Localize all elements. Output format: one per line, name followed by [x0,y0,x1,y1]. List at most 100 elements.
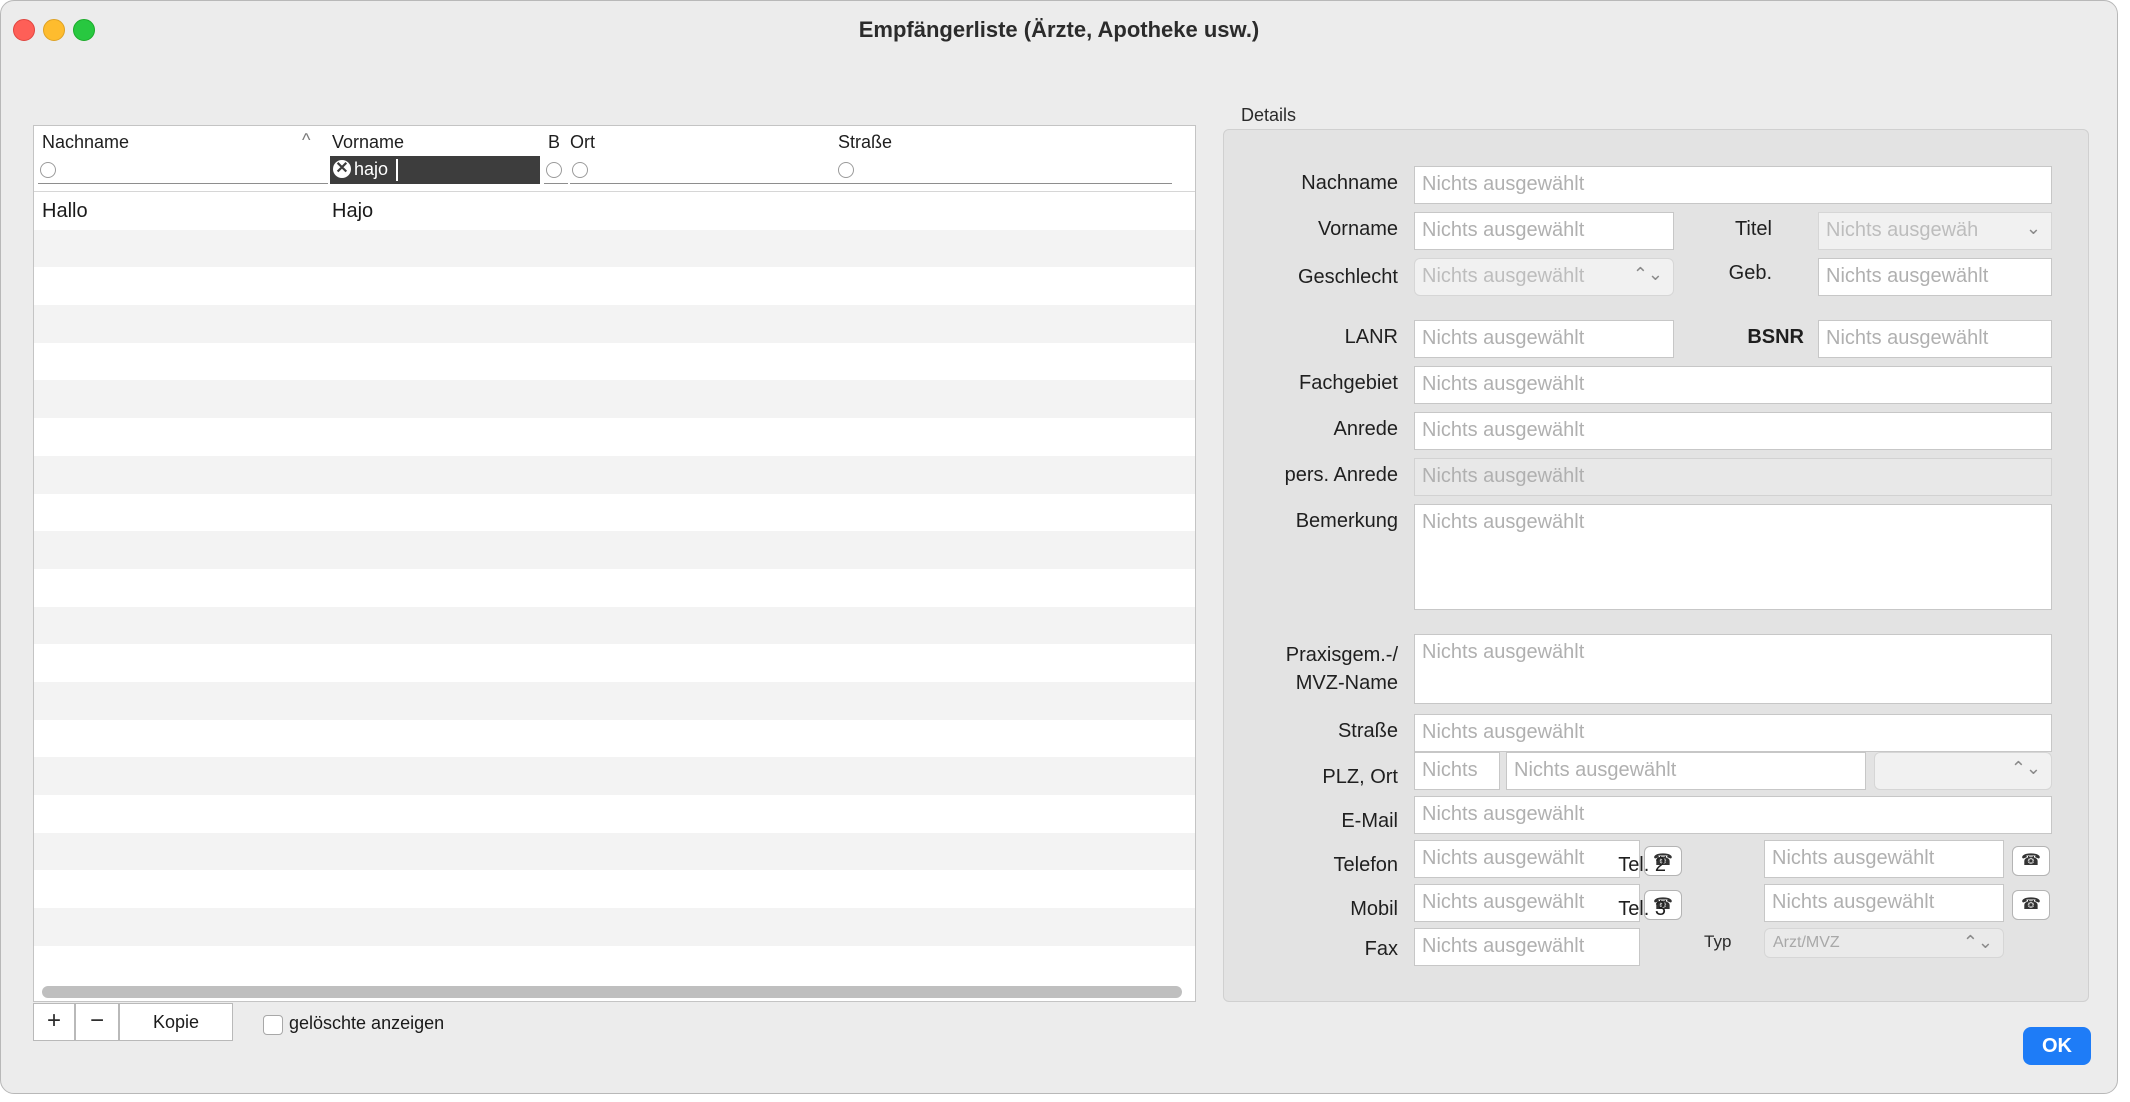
label-typ: Typ [1704,932,1732,951]
table-row[interactable]: Hallo Hajo [34,192,1195,230]
plz-field[interactable]: Nichts [1414,752,1500,790]
clear-filter-icon[interactable]: ✕ [333,160,351,178]
bemerkung-textarea[interactable]: Nichts ausgewählt [1414,504,2052,610]
column-header-strasse[interactable]: Straße [838,132,892,153]
label-telefon: Telefon [1333,854,1399,876]
titel-select[interactable]: Nichts ausgewäh ⌄ [1818,212,2052,250]
table-row-empty [34,870,1195,909]
ort-field[interactable]: Nichts ausgewählt [1506,752,1866,790]
geb-field[interactable]: Nichts ausgewählt [1818,258,2052,296]
label-strasse: Straße [1337,720,1398,742]
remove-button[interactable]: − [75,1003,119,1041]
geschlecht-select[interactable]: Nichts ausgewählt ⌃⌄ [1414,258,1674,296]
column-header-nachname[interactable]: Nachname [42,132,129,153]
fax-field[interactable]: Nichts ausgewählt [1414,928,1640,966]
recipient-list-window: Empfängerliste (Ärzte, Apotheke usw.) Na… [0,0,2118,1094]
text-caret [396,159,398,181]
table-row-empty [34,832,1195,871]
strasse-field[interactable]: Nichts ausgewählt [1414,714,2052,752]
table-header: Nachname ^ Vorname B Ort Straße ✕ hajo [34,126,1195,192]
typ-select[interactable]: Arzt/MVZ ⌃⌄ [1764,928,2004,958]
fachgebiet-field[interactable]: Nichts ausgewählt [1414,366,2052,404]
table-rows: Hallo Hajo [34,192,1195,984]
label-titel: Titel [1734,218,1772,240]
filter-strasse[interactable] [834,156,1172,184]
column-header-b[interactable]: B [548,132,560,153]
label-tel3: Tel. 3 [1618,898,1666,920]
table-row-empty [34,531,1195,569]
phone-icon: ☎ [2021,896,2041,913]
table-row-empty [34,229,1195,268]
column-header-vorname[interactable]: Vorname [332,132,404,153]
table-row-empty [34,267,1195,306]
label-lanr: LANR [1344,326,1398,348]
email-field[interactable]: Nichts ausgewählt [1414,796,2052,834]
table-row-empty [34,606,1195,645]
label-fachgebiet: Fachgebiet [1299,372,1398,394]
show-deleted-label: gelöschte anzeigen [289,1013,445,1033]
call-tel3-button[interactable]: ☎ [2012,890,2050,920]
details-group-title: Details [1241,105,1297,125]
cell-vorname: Hajo [332,200,374,222]
label-geb: Geb. [1728,262,1772,284]
table-row-empty [34,681,1195,720]
land-select[interactable]: ⌃⌄ [1874,752,2052,790]
details-panel: Nachname Nichts ausgewählt Vorname Nicht… [1223,129,2089,1002]
telefon-field[interactable]: Nichts ausgewählt [1414,840,1640,878]
table-row-empty [34,342,1195,381]
table-row-empty [34,945,1195,984]
phone-icon: ☎ [2021,852,2041,869]
filter-b[interactable] [544,156,568,184]
ok-button[interactable]: OK [2023,1027,2091,1065]
titel-select-value: Nichts ausgewäh [1826,219,1979,241]
typ-select-value: Arzt/MVZ [1773,934,1840,951]
nachname-field[interactable]: Nichts ausgewählt [1414,166,2052,204]
label-plz-ort: PLZ, Ort [1322,766,1398,788]
titlebar: Empfängerliste (Ärzte, Apotheke usw.) [1,1,2117,61]
anrede-field[interactable]: Nichts ausgewählt [1414,412,2052,450]
label-praxis-line1: Praxisgem.-/ [1285,644,1398,666]
window-title: Empfängerliste (Ärzte, Apotheke usw.) [858,17,1260,42]
column-header-ort[interactable]: Ort [570,132,595,153]
copy-button[interactable]: Kopie [119,1003,233,1041]
cell-nachname: Hallo [42,200,88,222]
show-deleted-checkbox[interactable] [263,1015,283,1035]
vorname-field[interactable]: Nichts ausgewählt [1414,212,1674,250]
label-mobil: Mobil [1350,898,1398,920]
select-arrows-icon: ⌃⌄ [1962,932,1993,952]
chevron-down-icon: ⌄ [2025,218,2041,238]
filter-vorname-text: hajo [354,159,389,179]
table-row-empty [34,305,1195,343]
table-row-empty [34,644,1195,682]
filter-ort[interactable] [570,156,836,184]
table-row-empty [34,719,1195,758]
table-row-empty [34,493,1195,532]
geschlecht-select-value: Nichts ausgewählt [1422,265,1585,287]
label-geschlecht: Geschlecht [1297,266,1398,288]
sort-ascending-icon: ^ [302,130,311,150]
table-row-empty [34,757,1195,795]
table-row-empty [34,568,1195,607]
add-button[interactable]: + [33,1003,75,1041]
praxis-mvz-name-field[interactable]: Nichts ausgewählt [1414,634,2052,704]
filter-nachname[interactable] [38,156,328,184]
horizontal-scrollbar[interactable] [42,986,1182,998]
table-row-empty [34,455,1195,494]
label-praxis-line2: MVZ-Name [1295,672,1398,694]
label-anrede: Anrede [1333,418,1399,440]
label-vorname: Vorname [1317,218,1398,240]
label-bemerkung: Bemerkung [1295,510,1398,532]
tel2-field[interactable]: Nichts ausgewählt [1764,840,2004,878]
recipient-table: Nachname ^ Vorname B Ort Straße ✕ hajo H… [33,125,1196,1002]
mobil-field[interactable]: Nichts ausgewählt [1414,884,1640,922]
filter-empty-icon [838,162,854,178]
filter-vorname-input[interactable]: ✕ hajo [330,156,540,184]
filter-empty-icon [40,162,56,178]
tel3-field[interactable]: Nichts ausgewählt [1764,884,2004,922]
bsnr-field[interactable]: Nichts ausgewählt [1818,320,2052,358]
label-nachname: Nachname [1301,172,1398,194]
call-tel2-button[interactable]: ☎ [2012,846,2050,876]
label-email: E-Mail [1341,810,1398,832]
lanr-field[interactable]: Nichts ausgewählt [1414,320,1674,358]
label-bsnr: BSNR [1747,326,1804,348]
